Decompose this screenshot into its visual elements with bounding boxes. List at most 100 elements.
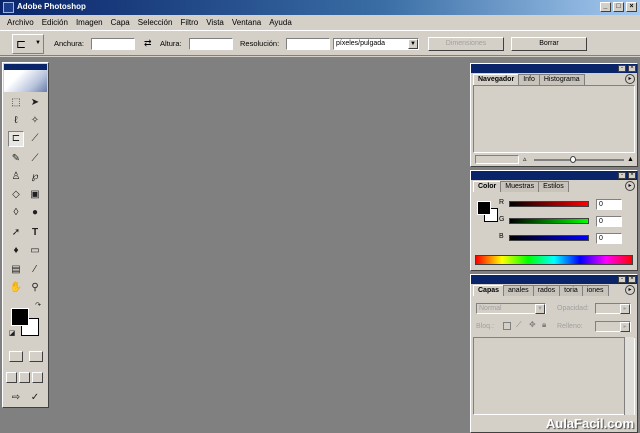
notes-icon[interactable]: ▤ [8, 262, 24, 278]
panel-menu-icon[interactable]: ▸ [625, 181, 635, 191]
zoom-out-icon[interactable]: ▵ [523, 155, 531, 164]
lock-transparency-checkbox[interactable] [503, 322, 511, 330]
green-value-input[interactable]: 0 [596, 216, 622, 227]
panel-minimize-button[interactable]: - [618, 65, 626, 72]
tab-histograma[interactable]: Histograma [538, 74, 585, 85]
crop-icon[interactable]: ⊏ [8, 131, 24, 147]
panel-menu-icon[interactable]: ▸ [625, 285, 635, 295]
menu-ayuda[interactable]: Ayuda [265, 18, 296, 27]
tab-navegador[interactable]: Navegador [473, 74, 520, 85]
tab-capas[interactable]: Capas [473, 285, 505, 296]
resolution-input[interactable] [286, 38, 330, 50]
color-foreground-swatch[interactable] [477, 201, 491, 215]
zoom-in-icon[interactable]: ▲ [627, 155, 635, 164]
lasso-icon[interactable]: ℓ [8, 113, 24, 129]
menu-edicion[interactable]: Edición [38, 18, 72, 27]
tab-canales[interactable]: anales [503, 285, 534, 296]
panel-minimize-button[interactable]: - [618, 172, 626, 179]
blue-value-input[interactable]: 0 [596, 233, 622, 244]
jump-to-imageready-icon[interactable]: ⇨ [8, 390, 24, 406]
menu-filtro[interactable]: Filtro [176, 18, 202, 27]
close-button[interactable]: × [626, 2, 637, 12]
history-brush-icon[interactable]: ℘ [27, 169, 43, 185]
tab-acciones[interactable]: iones [581, 285, 609, 296]
path-selection-icon[interactable]: ➚ [8, 225, 24, 241]
lock-all-icon[interactable]: 🔒︎ [542, 320, 546, 330]
height-label: Altura: [160, 39, 182, 48]
gradient-icon[interactable]: ▣ [27, 187, 43, 203]
menu-archivo[interactable]: Archivo [3, 18, 38, 27]
panel-header[interactable]: - × [471, 64, 637, 73]
slice-icon[interactable]: ⟋ [27, 131, 43, 147]
front-image-button[interactable]: Dimensiones [428, 37, 504, 51]
width-input[interactable] [91, 38, 135, 50]
fill-input[interactable]: ▸ [595, 321, 631, 332]
panel-close-button[interactable]: × [628, 276, 636, 283]
red-value-input[interactable]: 0 [596, 199, 622, 210]
blue-slider[interactable] [509, 235, 589, 241]
adobe-online-logo[interactable] [4, 70, 47, 92]
eyedropper-icon[interactable]: ⁄ [27, 262, 43, 278]
menu-ventana[interactable]: Ventana [228, 18, 265, 27]
color-spectrum-bar[interactable] [475, 255, 633, 265]
minimize-button[interactable]: _ [600, 2, 611, 12]
height-input[interactable] [189, 38, 233, 50]
standard-mode-button[interactable] [9, 351, 23, 362]
pen-icon[interactable]: ♦ [8, 243, 24, 259]
checkmark-icon[interactable]: ✓ [27, 390, 43, 406]
tab-trazados[interactable]: rados [532, 285, 561, 296]
marquee-icon[interactable]: ⬚ [8, 95, 24, 111]
lock-move-icon[interactable]: ✥ [529, 320, 536, 329]
tool-preset-picker[interactable]: ⊏ ▼ [12, 34, 44, 54]
tab-estilos[interactable]: Estilos [538, 181, 569, 192]
zoom-slider[interactable] [534, 156, 624, 163]
tab-muestras[interactable]: Muestras [500, 181, 540, 192]
zoom-value-input[interactable] [475, 155, 519, 164]
quick-mask-button[interactable] [29, 351, 43, 362]
blue-label: B [499, 233, 504, 240]
lock-paint-icon[interactable]: ⟋ [516, 320, 522, 330]
swap-dimensions-icon[interactable]: ⇄ [144, 38, 152, 49]
eraser-icon[interactable]: ◇ [8, 187, 24, 203]
menu-seleccion[interactable]: Selección [134, 18, 177, 27]
clone-stamp-icon[interactable]: ♙ [8, 169, 24, 185]
panel-minimize-button[interactable]: - [618, 276, 626, 283]
blend-mode-select[interactable]: Normal ▼ [476, 303, 546, 314]
zoom-slider-thumb[interactable] [570, 156, 576, 163]
clear-button[interactable]: Borrar [511, 37, 587, 51]
magic-wand-icon[interactable]: ✧ [27, 113, 43, 129]
blur-icon[interactable]: ◊ [8, 205, 24, 221]
hand-icon[interactable]: ✋ [8, 280, 24, 296]
foreground-color-swatch[interactable] [11, 308, 29, 326]
brush-icon[interactable]: ⟋ [27, 151, 43, 167]
full-screen-menu-button[interactable] [19, 372, 30, 383]
type-icon[interactable]: T [27, 225, 43, 241]
default-colors-icon[interactable]: ◪ [7, 329, 17, 339]
healing-brush-icon[interactable]: ✎ [8, 151, 24, 167]
maximize-button[interactable]: □ [613, 2, 624, 12]
resolution-unit-select[interactable]: píxeles/pulgada ▼ [333, 38, 419, 50]
tab-info[interactable]: Info [518, 74, 540, 85]
panel-close-button[interactable]: × [628, 172, 636, 179]
panel-menu-icon[interactable]: ▸ [625, 74, 635, 84]
panel-header[interactable]: - × [471, 171, 637, 180]
menu-imagen[interactable]: Imagen [72, 18, 107, 27]
panel-header[interactable]: - × [471, 275, 637, 284]
shape-icon[interactable]: ▭ [27, 243, 43, 259]
menu-capa[interactable]: Capa [107, 18, 134, 27]
full-screen-button[interactable] [32, 372, 43, 383]
menu-vista[interactable]: Vista [202, 18, 228, 27]
move-icon[interactable]: ➤ [27, 95, 43, 111]
swap-colors-icon[interactable]: ↷ [33, 301, 43, 311]
layers-list[interactable] [473, 337, 635, 415]
red-slider[interactable] [509, 201, 589, 207]
panel-close-button[interactable]: × [628, 65, 636, 72]
dodge-icon[interactable]: ● [27, 205, 43, 221]
green-slider[interactable] [509, 218, 589, 224]
opacity-input[interactable]: ▸ [595, 303, 631, 314]
standard-screen-button[interactable] [6, 372, 17, 383]
layers-scrollbar[interactable] [624, 337, 634, 415]
tab-color[interactable]: Color [473, 181, 502, 192]
tab-historia[interactable]: toria [559, 285, 583, 296]
zoom-icon[interactable]: ⚲ [27, 280, 43, 296]
